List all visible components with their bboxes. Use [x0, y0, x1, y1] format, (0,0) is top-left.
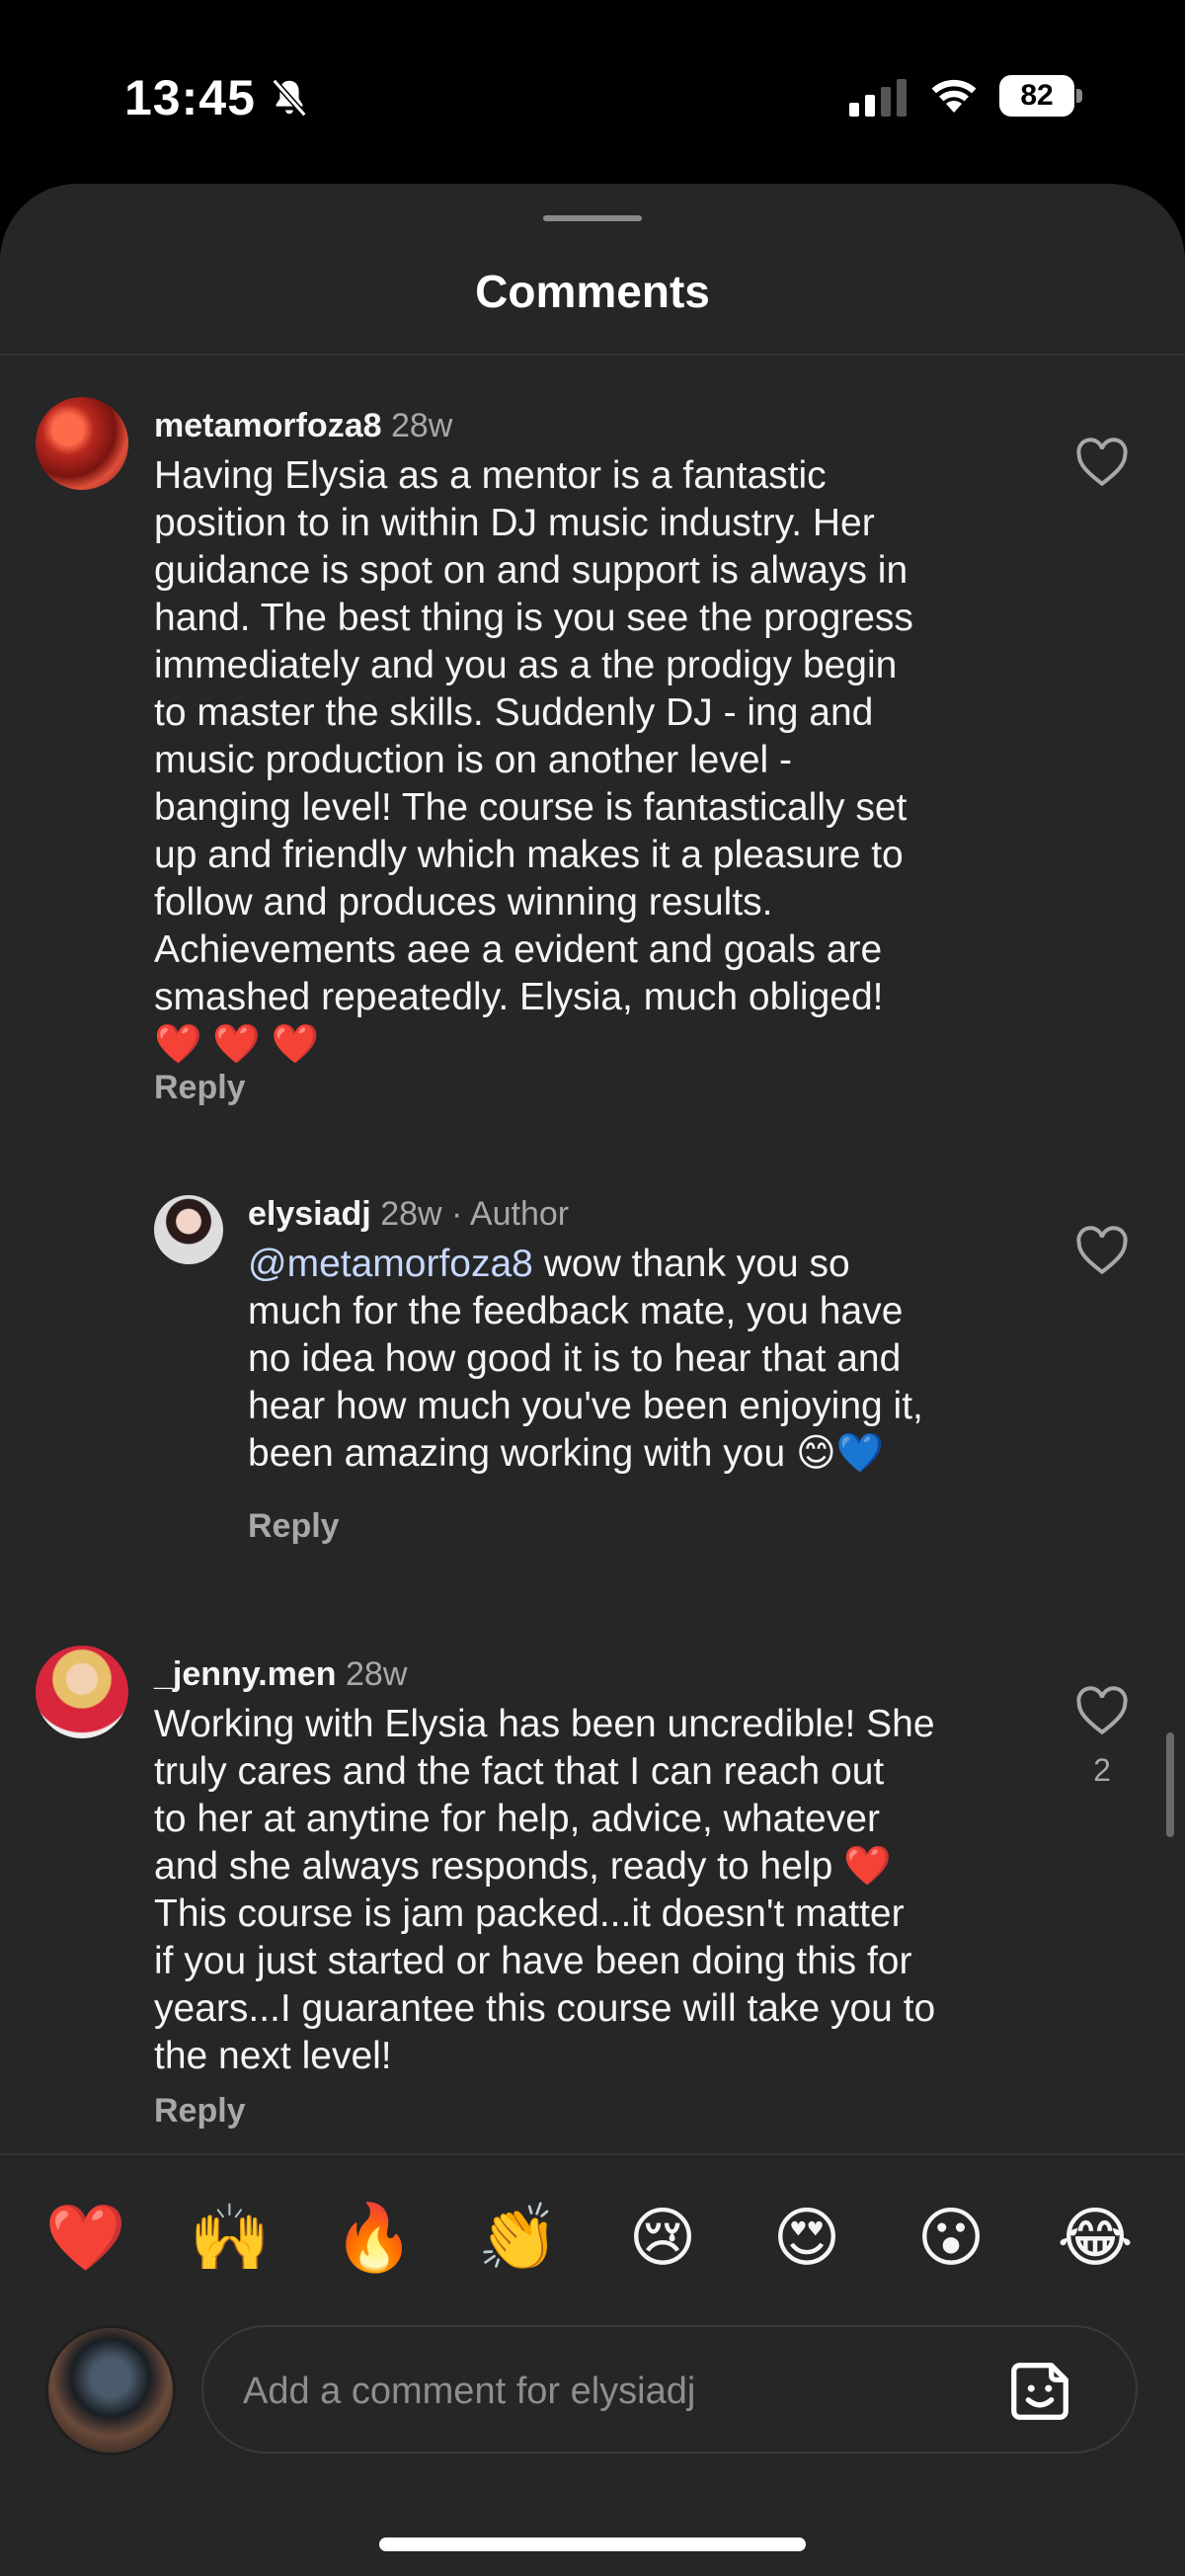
comment-line: Having Elysia as a mentor is a fantastic: [154, 454, 827, 497]
comment-line: up and friendly which makes it a pleasur…: [154, 834, 904, 876]
reply-button[interactable]: Reply: [248, 1507, 340, 1546]
reaction-emoji-button[interactable]: 🔥: [330, 2193, 419, 2282]
screen: 13:45 82 Comments metamorfoza8 28w Havin…: [0, 0, 1185, 2576]
status-time: 13:45: [124, 70, 256, 125]
mention-link[interactable]: @metamorfoza8: [248, 1243, 533, 1285]
comment-line: music production is on another level -: [154, 739, 792, 781]
comment-line: follow and produces winning results.: [154, 881, 773, 924]
reaction-emoji-button[interactable]: 😢: [618, 2193, 707, 2282]
comment-line: @metamorfoza8 wow thank you so: [248, 1241, 1038, 1288]
comment-line: years...I guarantee this course will tak…: [154, 1987, 936, 2030]
comment-line: no idea how good it is to hear that and: [248, 1337, 902, 1380]
comment-line: much for the feedback mate, you have: [248, 1290, 904, 1332]
emoji-reaction-bar: ❤️ 🙌 🔥 👏 😢 😍 😮 😂: [0, 2153, 1185, 2311]
comment-meta: elysiadj 28w · Author: [248, 1195, 569, 1234]
comment-line: the next level!: [154, 2035, 392, 2077]
sheet-title: Comments: [475, 266, 710, 317]
comment-time: 28w: [390, 407, 453, 444]
comment-text: Having Elysia as a mentor is a fantastic…: [154, 452, 1043, 1069]
reply-comment-item: elysiadj 28w · Author @metamorfoza8 wow …: [0, 1195, 1185, 1610]
comment-line: truly cares and the fact that I can reac…: [154, 1750, 885, 1793]
reaction-emoji-button[interactable]: 🙌: [186, 2193, 275, 2282]
comment-line: to master the skills. Suddenly DJ - ing …: [154, 691, 874, 734]
reaction-emoji-button[interactable]: ❤️: [41, 2193, 130, 2282]
comment-username[interactable]: _jenny.men: [154, 1655, 337, 1693]
comment-input-placeholder: Add a comment for elysiadj: [243, 2371, 696, 2412]
comment-text: Working with Elysia has been uncredible!…: [154, 1701, 1043, 2080]
comment-item: _jenny.men 28w Working with Elysia has b…: [0, 1630, 1185, 2153]
comment-line: Achievements aee a evident and goals are: [154, 928, 883, 971]
comment-line: guidance is spot on and support is alway…: [154, 549, 908, 592]
battery-cap: [1076, 89, 1082, 103]
comment-line: to her at anytine for help, advice, what…: [154, 1798, 880, 1840]
battery-level: 82: [999, 75, 1074, 117]
avatar[interactable]: [36, 1646, 128, 1738]
comment-meta: _jenny.men 28w: [154, 1655, 407, 1694]
wifi-icon: [931, 79, 977, 113]
heart-outline-icon[interactable]: [1074, 1225, 1130, 1276]
scrollbar[interactable]: [1166, 1732, 1174, 1837]
comment-line: banging level! The course is fantastical…: [154, 786, 908, 829]
comment-line-text: wow thank you so: [532, 1243, 850, 1285]
avatar[interactable]: [154, 1195, 223, 1264]
battery-indicator: 82: [999, 75, 1082, 117]
comment-input[interactable]: Add a comment for elysiadj: [201, 2325, 1138, 2454]
heart-outline-icon[interactable]: [1074, 437, 1130, 488]
bell-slash-icon: [272, 78, 307, 118]
cellular-signal-icon: [849, 79, 907, 117]
comment-text: @metamorfoza8 wow thank you so much for …: [248, 1241, 1038, 1478]
status-bar: 13:45 82: [0, 0, 1185, 188]
sheet-grabber[interactable]: [543, 215, 642, 221]
comment-line: smashed repeatedly. Elysia, much obliged…: [154, 976, 884, 1018]
comment-time: 28w: [380, 1195, 442, 1233]
current-user-avatar: [45, 2325, 176, 2455]
like-count: 2: [1093, 1752, 1111, 1788]
comment-line: position to in within DJ music industry.…: [154, 502, 875, 544]
comment-line: been amazing working with you 😊💙: [248, 1432, 885, 1475]
comment-line: and she always responds, ready to help ❤…: [154, 1845, 892, 1888]
comment-time: 28w: [346, 1655, 408, 1693]
author-badge: · Author: [451, 1195, 570, 1233]
comment-line: ❤️ ❤️ ❤️: [154, 1023, 320, 1066]
comment-line: hear how much you've been enjoying it,: [248, 1385, 923, 1427]
comments-list[interactable]: metamorfoza8 28w Having Elysia as a ment…: [0, 356, 1185, 2153]
avatar[interactable]: [36, 397, 128, 490]
sticker-icon[interactable]: [1005, 2357, 1074, 2426]
heart-outline-icon[interactable]: [1074, 1685, 1130, 1736]
comment-username[interactable]: metamorfoza8: [154, 407, 382, 444]
comment-line: Working with Elysia has been uncredible!…: [154, 1703, 935, 1745]
reply-button[interactable]: Reply: [154, 2092, 246, 2131]
reaction-emoji-button[interactable]: 😍: [762, 2193, 851, 2282]
reply-button[interactable]: Reply: [154, 1069, 246, 1107]
reaction-emoji-button[interactable]: 😂: [1051, 2193, 1140, 2282]
reaction-emoji-button[interactable]: 😮: [907, 2193, 995, 2282]
home-indicator[interactable]: [379, 2537, 806, 2551]
comment-line: immediately and you as a the prodigy beg…: [154, 644, 898, 686]
comment-line: if you just started or have been doing t…: [154, 1940, 912, 1982]
reaction-emoji-button[interactable]: 👏: [474, 2193, 563, 2282]
comment-item: metamorfoza8 28w Having Elysia as a ment…: [0, 356, 1185, 1166]
comment-line: hand. The best thing is you see the prog…: [154, 597, 913, 639]
comment-line: This course is jam packed...it doesn't m…: [154, 1892, 905, 1935]
comment-username[interactable]: elysiadj: [248, 1195, 371, 1233]
comment-meta: metamorfoza8 28w: [154, 407, 452, 445]
